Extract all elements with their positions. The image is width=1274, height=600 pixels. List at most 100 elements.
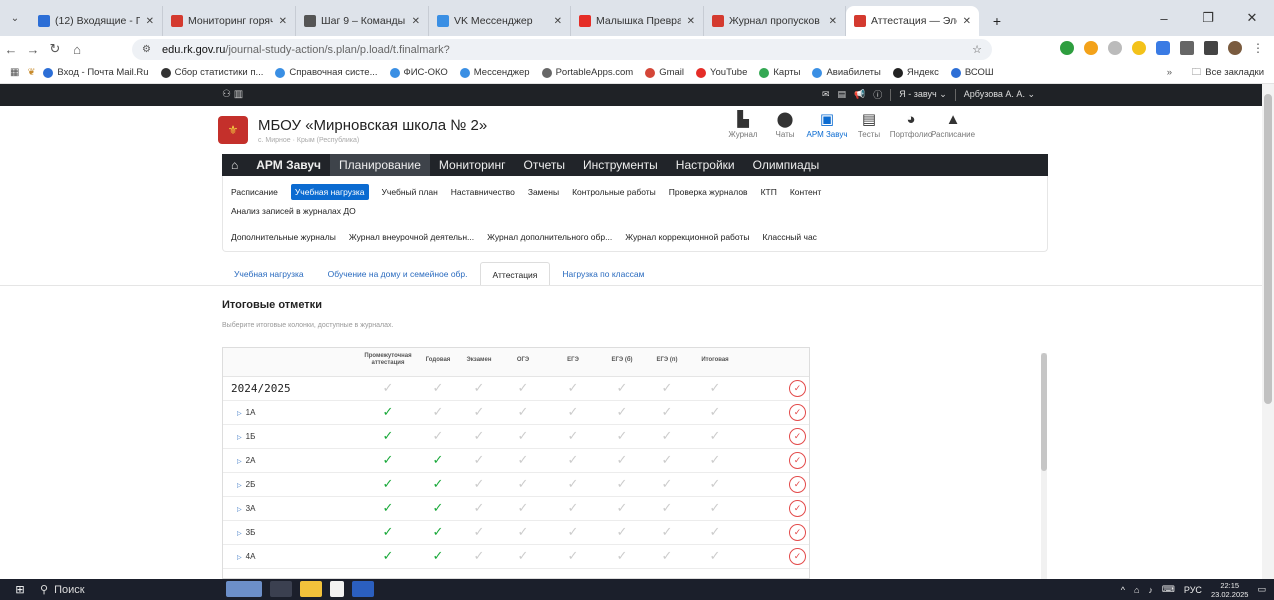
page-tab[interactable]: Аттестация xyxy=(479,262,551,286)
checkbox-check-icon[interactable]: ✓ xyxy=(474,452,485,468)
language-indicator[interactable]: РУС xyxy=(1184,585,1202,595)
expand-arrow-icon[interactable]: ▷ xyxy=(237,411,242,417)
row-label[interactable]: ▷ 1Б xyxy=(237,432,255,441)
main-menu-item[interactable]: Мониторинг xyxy=(430,154,515,176)
submenu-item[interactable]: Дополнительные журналы xyxy=(231,232,336,242)
ext-icon-yellow[interactable] xyxy=(1132,41,1146,55)
submenu-item[interactable]: Классный час xyxy=(762,232,816,242)
checkbox-check-icon[interactable]: ✓ xyxy=(710,476,721,492)
checkbox-check-icon[interactable]: ✓ xyxy=(617,500,628,516)
checkbox-check-icon[interactable]: ✓ xyxy=(710,404,721,420)
checkbox-check-icon[interactable]: ✓ xyxy=(662,476,673,492)
checkbox-check-icon[interactable]: ✓ xyxy=(433,452,444,468)
bookmark-item[interactable]: Вход - Почта Mail.Ru xyxy=(43,67,149,78)
browser-tab[interactable]: Шаг 9 – Команды prin ✕ xyxy=(296,6,429,36)
nav-schedule[interactable]: ▲ Расписание xyxy=(931,110,975,139)
row-toggle-icon[interactable]: ✓ xyxy=(789,452,806,469)
nav-chats[interactable]: ⬤ Чаты xyxy=(764,110,806,139)
announce-icon[interactable]: 📢 xyxy=(854,89,865,100)
tab-close-icon[interactable]: ✕ xyxy=(963,16,971,27)
tab-close-icon[interactable]: ✕ xyxy=(829,16,837,27)
ext-icon-orange[interactable] xyxy=(1084,41,1098,55)
expand-arrow-icon[interactable]: ▷ xyxy=(237,435,242,441)
checkbox-check-icon[interactable]: ✓ xyxy=(433,428,444,444)
expand-arrow-icon[interactable]: ▷ xyxy=(237,507,242,513)
row-toggle-icon[interactable]: ✓ xyxy=(789,476,806,493)
checkbox-check-icon[interactable]: ✓ xyxy=(568,524,579,540)
checkbox-check-icon[interactable]: ✓ xyxy=(433,404,444,420)
tab-close-icon[interactable]: ✕ xyxy=(279,16,287,27)
network-icon[interactable]: ⌂ xyxy=(1134,585,1139,595)
row-label[interactable]: 2024/2025 xyxy=(231,382,291,395)
windows-start-icon[interactable]: ⊞ xyxy=(0,583,40,596)
browser-tab[interactable]: Малышка Превратила ✕ xyxy=(571,6,704,36)
tab-list-menu-icon[interactable]: ⌄ xyxy=(0,0,30,36)
checkbox-check-icon[interactable]: ✓ xyxy=(710,380,721,396)
checkbox-check-icon[interactable]: ✓ xyxy=(474,476,485,492)
submenu-item[interactable]: Контент xyxy=(790,187,822,197)
bookmark-item[interactable]: ФИС-ОКО xyxy=(389,67,448,78)
checkbox-check-icon[interactable]: ✓ xyxy=(617,524,628,540)
expand-arrow-icon[interactable]: ▷ xyxy=(237,483,242,489)
tab-close-icon[interactable]: ✕ xyxy=(146,16,154,27)
checkbox-check-icon[interactable]: ✓ xyxy=(617,404,628,420)
checkbox-check-icon[interactable]: ✓ xyxy=(474,524,485,540)
tray-expand-icon[interactable]: ^ xyxy=(1121,585,1125,595)
checkbox-check-icon[interactable]: ✓ xyxy=(518,500,529,516)
checkbox-check-icon[interactable]: ✓ xyxy=(568,548,579,564)
bookmark-item[interactable]: Мессенджер xyxy=(459,67,530,78)
main-menu-item[interactable]: АРМ Завуч xyxy=(247,154,330,176)
all-bookmarks[interactable]: 🗀 Все закладки xyxy=(1192,65,1264,81)
extensions-puzzle-icon[interactable] xyxy=(1180,41,1194,55)
checkbox-check-icon[interactable]: ✓ xyxy=(433,548,444,564)
word-icon[interactable] xyxy=(352,581,374,597)
checkbox-check-icon[interactable]: ✓ xyxy=(662,524,673,540)
bookmark-item[interactable]: Авиабилеты xyxy=(812,67,881,78)
checkbox-check-icon[interactable]: ✓ xyxy=(617,476,628,492)
role-select[interactable]: Я - завуч ⌄ xyxy=(899,89,946,100)
checkbox-check-icon[interactable]: ✓ xyxy=(518,428,529,444)
expand-arrow-icon[interactable]: ▷ xyxy=(237,531,242,537)
checkbox-check-icon[interactable]: ✓ xyxy=(383,404,394,420)
checkbox-check-icon[interactable]: ✓ xyxy=(710,548,721,564)
clock[interactable]: 22:15 23.02.2025 xyxy=(1211,581,1249,599)
checkbox-check-icon[interactable]: ✓ xyxy=(710,524,721,540)
page-scroll-thumb[interactable] xyxy=(1264,94,1272,404)
bookmark-item[interactable]: Справочная систе... xyxy=(275,67,378,78)
nav-portfolio[interactable]: ◕ Портфолио xyxy=(890,110,933,139)
site-apps-icon[interactable]: ⚇ ▥ xyxy=(222,89,243,100)
checkbox-check-icon[interactable]: ✓ xyxy=(383,380,394,396)
submenu-item[interactable]: Наставничество xyxy=(451,187,515,197)
taskbar-search[interactable]: ⚲ Поиск xyxy=(40,583,160,597)
checkbox-check-icon[interactable]: ✓ xyxy=(474,548,485,564)
page-tab[interactable]: Нагрузка по классам xyxy=(550,262,656,286)
checkbox-check-icon[interactable]: ✓ xyxy=(662,548,673,564)
checkbox-check-icon[interactable]: ✓ xyxy=(433,524,444,540)
submenu-item[interactable]: Проверка журналов xyxy=(669,187,748,197)
checkbox-check-icon[interactable]: ✓ xyxy=(518,476,529,492)
checkbox-check-icon[interactable]: ✓ xyxy=(383,452,394,468)
home-icon[interactable]: ⌂ xyxy=(222,154,247,176)
nav-journal[interactable]: ▙ Журнал xyxy=(722,110,764,139)
checkbox-check-icon[interactable]: ✓ xyxy=(617,452,628,468)
checkbox-check-icon[interactable]: ✓ xyxy=(568,476,579,492)
user-menu[interactable]: Арбузова А. А. ⌄ xyxy=(964,89,1035,100)
browser-menu-icon[interactable]: ⋮ xyxy=(1252,41,1264,55)
bookmark-star-icon[interactable]: ☆ xyxy=(972,43,982,56)
checkbox-check-icon[interactable]: ✓ xyxy=(474,428,485,444)
checkbox-check-icon[interactable]: ✓ xyxy=(568,404,579,420)
submenu-item[interactable]: Контрольные работы xyxy=(572,187,656,197)
checkbox-check-icon[interactable]: ✓ xyxy=(662,452,673,468)
checkbox-check-icon[interactable]: ✓ xyxy=(710,452,721,468)
downloads-icon[interactable] xyxy=(1204,41,1218,55)
checkbox-check-icon[interactable]: ✓ xyxy=(518,404,529,420)
minimize-icon[interactable]: – xyxy=(1142,0,1186,36)
checkbox-check-icon[interactable]: ✓ xyxy=(433,380,444,396)
nav-tests[interactable]: ▤ Тесты xyxy=(848,110,890,139)
main-menu-item[interactable]: Инструменты xyxy=(574,154,667,176)
row-label[interactable]: ▷ 1А xyxy=(237,408,255,417)
bookmark-item[interactable]: Яндекс xyxy=(892,67,939,78)
maximize-icon[interactable]: ❐ xyxy=(1186,0,1230,36)
checkbox-check-icon[interactable]: ✓ xyxy=(383,524,394,540)
browser-tab[interactable]: VK Мессенджер ✕ xyxy=(429,6,571,36)
